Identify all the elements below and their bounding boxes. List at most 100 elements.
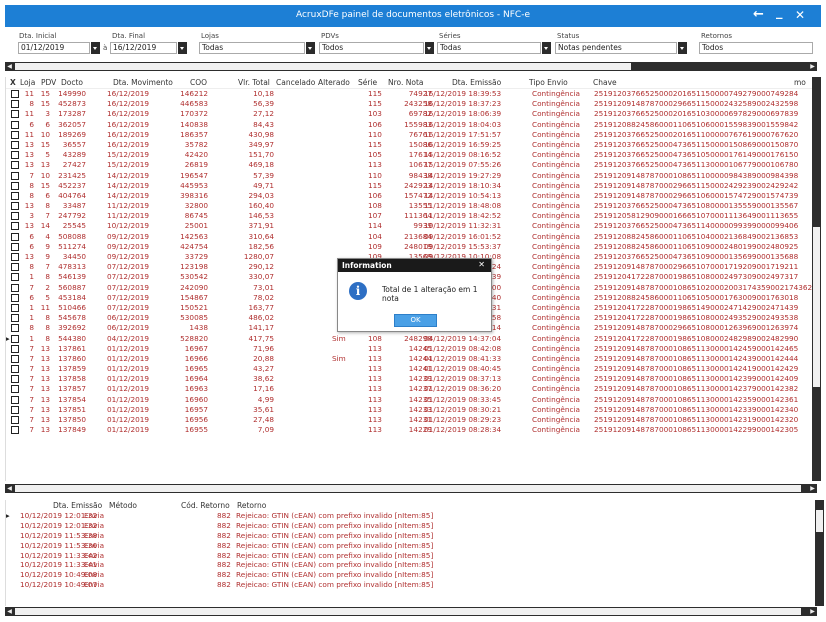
row-checkbox[interactable] <box>11 334 19 343</box>
table-row[interactable]: 11 3 173287 16/12/2019 170372 27,12 103 69782 16… <box>6 109 821 120</box>
row-checkbox[interactable] <box>11 171 19 180</box>
data-inicial-field[interactable]: 01/12/2019 <box>18 42 90 54</box>
table-row[interactable]: 13 5 43289 15/12/2019 42420 151,70 105 17614 15/… <box>6 150 821 161</box>
col-dta-emissao[interactable]: Dta. Emissão <box>452 78 501 87</box>
row-checkbox[interactable] <box>11 161 19 170</box>
row-checkbox[interactable] <box>11 344 19 353</box>
col-serie[interactable]: Série <box>358 78 377 87</box>
close-icon[interactable]: ✕ <box>795 7 805 23</box>
row-checkbox[interactable] <box>11 324 19 333</box>
row-checkbox[interactable] <box>11 120 19 129</box>
log-vertical-thumb[interactable] <box>816 510 823 532</box>
grid-scroll-thumb[interactable] <box>15 485 801 492</box>
row-checkbox[interactable] <box>11 100 19 109</box>
lojas-dropdown-icon[interactable] <box>306 42 315 54</box>
table-row[interactable]: 3 7 247792 11/12/2019 86745 146,53 107 111364 11… <box>6 211 821 222</box>
data-final-field[interactable]: 16/12/2019 <box>110 42 177 54</box>
row-checkbox[interactable] <box>11 110 19 119</box>
col-vlr-total[interactable]: Vlr. Total <box>238 78 270 87</box>
col-coo[interactable]: COO <box>190 78 207 87</box>
table-row[interactable]: 8 6 404764 14/12/2019 398316 294,03 106 157472 1… <box>6 190 821 202</box>
row-checkbox[interactable] <box>11 385 19 394</box>
table-row[interactable]: 6 6 362057 16/12/2019 140838 84,43 106 155983 16… <box>6 120 821 130</box>
col-loja[interactable]: Loja <box>20 78 35 87</box>
table-row[interactable]: 13 14 25545 10/12/2019 25001 371,91 114 9939 10/… <box>6 221 821 231</box>
table-row[interactable]: 7 13 137858 01/12/2019 16964 38,62 113 14239 01/… <box>6 374 821 385</box>
log-row[interactable]: 10/12/2019 12:01:32 Envia 882 Rejeicao: GTI… <box>6 521 821 531</box>
row-checkbox[interactable] <box>11 263 19 272</box>
col-tipo-envio[interactable]: Tipo Envio <box>529 78 568 87</box>
row-checkbox[interactable] <box>11 375 19 384</box>
row-checkbox[interactable] <box>11 232 19 241</box>
data-inicial-dropdown-icon[interactable] <box>91 42 100 54</box>
table-row[interactable]: 7 13 137854 01/12/2019 16960 4,99 113 14235 01/1… <box>6 394 821 405</box>
table-row[interactable]: 7 13 137859 01/12/2019 16965 43,27 113 14241 01/… <box>6 364 821 374</box>
table-row[interactable]: 13 15 36557 16/12/2019 35782 349,97 115 15086 16… <box>6 140 821 150</box>
scroll-thumb[interactable] <box>15 63 631 70</box>
dialog-close-icon[interactable]: ✕ <box>478 260 485 269</box>
row-checkbox[interactable] <box>11 303 19 312</box>
log-row[interactable]: 10/12/2019 10:49:08 Envia 882 Rejeicao: GTI… <box>6 570 821 580</box>
row-checkbox[interactable] <box>11 426 19 435</box>
series-select[interactable]: Todas <box>437 42 541 54</box>
row-checkbox[interactable] <box>11 181 19 190</box>
status-dropdown-icon[interactable] <box>678 42 687 54</box>
lojas-select[interactable]: Todas <box>199 42 305 54</box>
table-row[interactable]: 7 13 137860 01/12/2019 16966 20,88 Sim 113 14244… <box>6 353 821 365</box>
table-row[interactable]: 1 8 544380 04/12/2019 528820 417,75 Sim 108 2482… <box>6 333 821 344</box>
row-checkbox[interactable] <box>11 140 19 149</box>
grid-scroll-left-icon[interactable]: ◀ <box>5 484 14 493</box>
row-checkbox[interactable] <box>11 293 19 302</box>
log-col-dta-emissao[interactable]: Dta. Emissão <box>53 501 102 510</box>
col-docto[interactable]: Docto <box>61 78 83 87</box>
row-checkbox[interactable] <box>11 405 19 414</box>
row-checkbox[interactable] <box>11 395 19 404</box>
grid-vertical-scrollbar[interactable] <box>812 77 821 481</box>
col-cancelado[interactable]: Cancelado <box>276 78 315 87</box>
row-checkbox[interactable] <box>11 283 19 292</box>
table-row[interactable]: 11 15 149990 16/12/2019 146212 10,18 115 74927 1… <box>6 89 821 100</box>
grid-scroll-right-icon[interactable]: ▶ <box>808 484 817 493</box>
row-checkbox[interactable] <box>11 273 19 282</box>
log-col-cod-retorno[interactable]: Cód. Retorno <box>181 501 230 510</box>
row-checkbox[interactable] <box>11 90 19 98</box>
minimize-icon[interactable]: _ <box>776 5 783 21</box>
table-row[interactable]: 7 13 137849 01/12/2019 16955 7,09 113 14229 01/1… <box>6 425 821 435</box>
grid-vertical-thumb[interactable] <box>813 227 820 387</box>
table-row[interactable]: 7 13 137857 01/12/2019 16963 17,16 113 14237 01/… <box>6 384 821 394</box>
table-row[interactable]: 8 15 452873 16/12/2019 446583 56,39 115 243258 1… <box>6 99 821 109</box>
col-dta-movimento[interactable]: Dta. Movimento <box>113 78 173 87</box>
log-col-retorno[interactable]: Retorno <box>237 501 266 510</box>
log-scroll-right-icon[interactable]: ▶ <box>808 607 817 616</box>
col-nro-nota[interactable]: Nro. Nota <box>388 78 424 87</box>
table-row[interactable]: 11 10 189269 16/12/2019 186357 430,98 110 76761… <box>6 129 821 140</box>
log-row[interactable]: 10/12/2019 11:33:41 Envia 882 Rejeicao: GTI… <box>6 560 821 570</box>
row-checkbox[interactable] <box>11 314 19 323</box>
scroll-right-icon[interactable]: ▶ <box>808 62 817 71</box>
log-row[interactable]: 10/12/2019 11:53:38 Envia 882 Rejeicao: GTI… <box>6 531 821 541</box>
table-row[interactable]: 7 13 137861 01/12/2019 16967 71,96 113 14245 01/… <box>6 344 821 354</box>
filter-horizontal-scrollbar[interactable]: ◀ ▶ <box>5 62 817 71</box>
pdvs-select[interactable]: Todos <box>319 42 424 54</box>
row-checkbox[interactable] <box>11 130 19 139</box>
col-mo[interactable]: mo <box>794 78 806 87</box>
col-x[interactable]: X <box>10 78 16 87</box>
table-row[interactable]: 6 4 508088 09/12/2019 142563 310,64 104 213684 0… <box>6 231 821 242</box>
back-arrow-icon[interactable]: ← <box>753 7 764 23</box>
log-row[interactable]: 10/12/2019 10:49:07 Envia 882 Rejeicao: GTI… <box>6 580 821 590</box>
table-row[interactable]: 7 10 231425 14/12/2019 196547 57,39 110 98438 14… <box>6 170 821 181</box>
retornos-select[interactable]: Todos <box>699 42 813 54</box>
row-checkbox[interactable] <box>11 151 19 160</box>
log-scroll-left-icon[interactable]: ◀ <box>5 607 14 616</box>
col-chave[interactable]: Chave <box>593 78 617 87</box>
row-checkbox[interactable] <box>11 242 19 251</box>
col-alterado[interactable]: Alterado <box>318 78 350 87</box>
log-vertical-scrollbar[interactable] <box>815 500 824 606</box>
series-dropdown-icon[interactable] <box>542 42 551 54</box>
table-row[interactable]: 7 13 137851 01/12/2019 16957 35,61 113 14233 01/… <box>6 405 821 415</box>
row-checkbox[interactable] <box>11 253 19 261</box>
pdvs-dropdown-icon[interactable] <box>425 42 434 54</box>
row-checkbox[interactable] <box>11 222 19 231</box>
log-scroll-thumb[interactable] <box>15 608 801 615</box>
row-checkbox[interactable] <box>11 416 19 424</box>
